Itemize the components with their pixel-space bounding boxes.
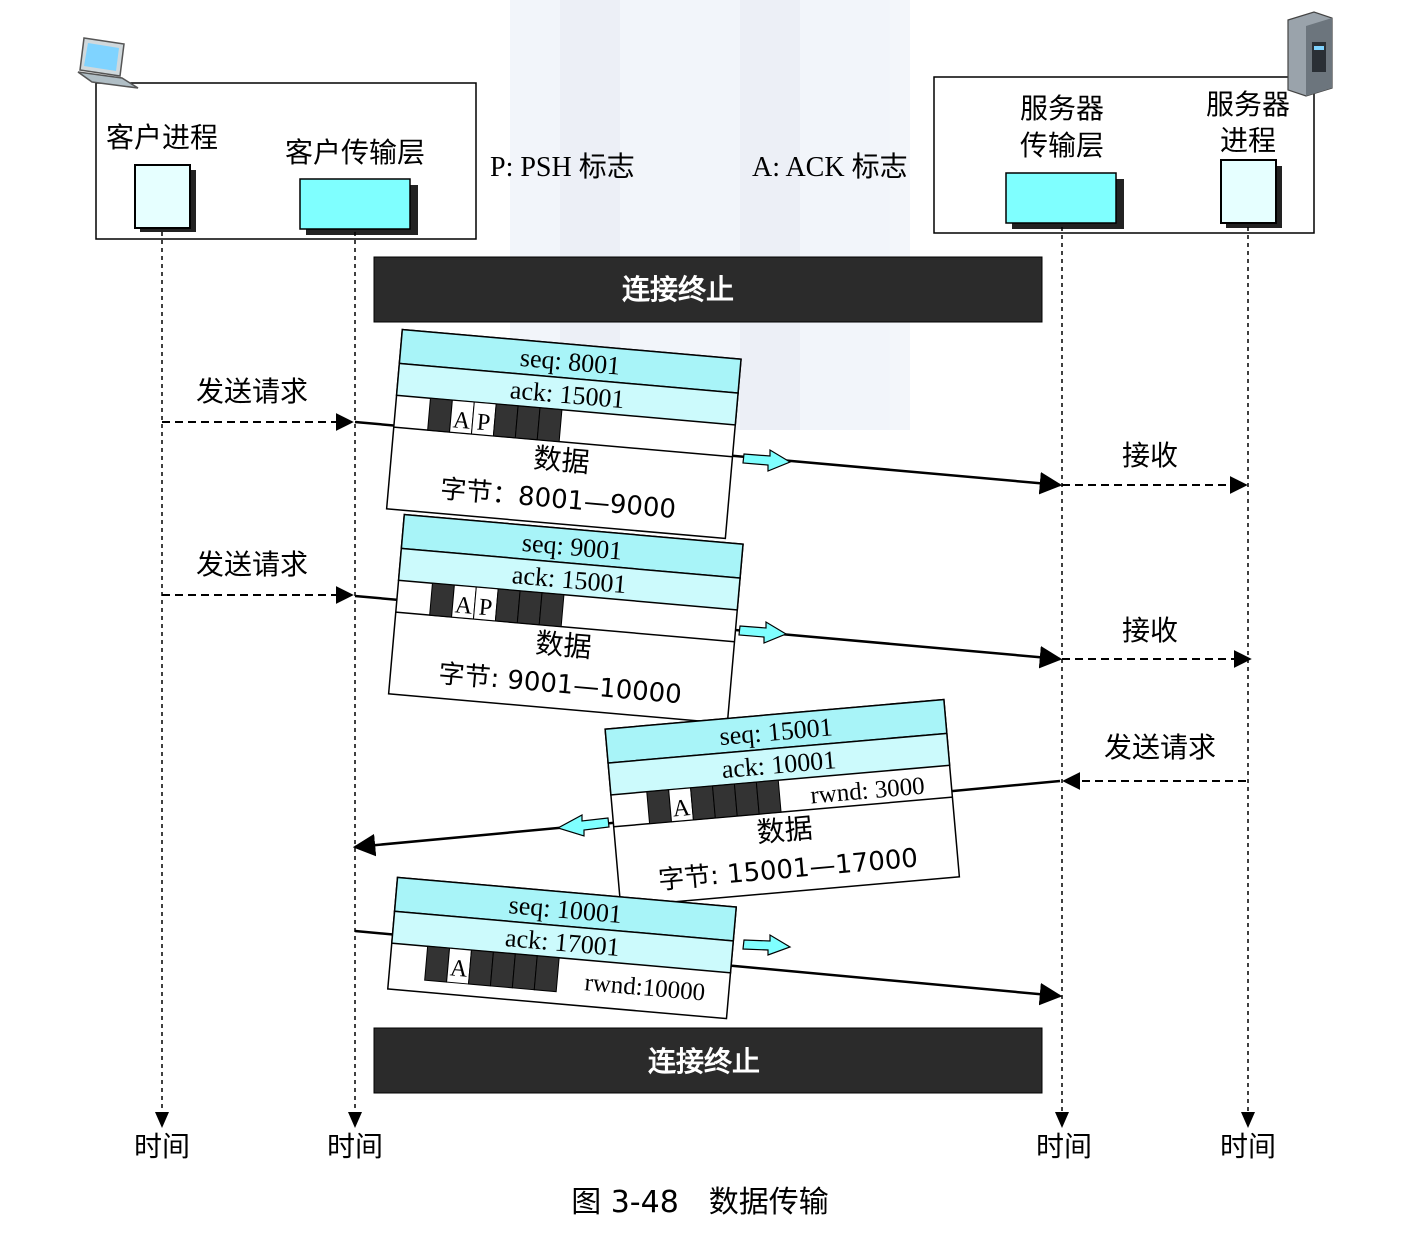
segment-4-direction-arrow (742, 933, 792, 956)
segment-4-flag-a: A (449, 955, 469, 982)
server-icon (1287, 11, 1333, 97)
server-process-label-2: 进程 (1220, 124, 1276, 157)
time-label: 时间 (1036, 1130, 1092, 1163)
receive-label-2: 接收 (1122, 614, 1178, 647)
time-label: 时间 (1220, 1130, 1276, 1163)
timeline-arrowhead (1055, 1112, 1069, 1128)
server-transport-block (1005, 172, 1117, 224)
legend-psh: P: PSH 标志 (490, 151, 635, 183)
segment-1-direction-arrow (742, 448, 792, 472)
segment-3-data: 数据 (755, 812, 814, 850)
timeline-arrowhead (155, 1112, 169, 1128)
figure-caption: 图 3-48 数据传输 (571, 1185, 829, 1220)
server-process-block (1220, 159, 1277, 224)
server-transport-label-1: 服务器 (1020, 92, 1104, 125)
timeline-arrowhead (1241, 1112, 1255, 1128)
laptop-icon (77, 37, 139, 89)
segment-2-flag-a: A (454, 592, 474, 619)
segment-1-data: 数据 (532, 442, 591, 480)
phase-bar-bottom-label: 连接终止 (648, 1045, 760, 1078)
segment-1-flag-p: P (476, 409, 492, 436)
send-request-label-2: 发送请求 (196, 548, 308, 581)
time-label: 时间 (134, 1130, 190, 1163)
legend-ack: A: ACK 标志 (752, 151, 908, 183)
send-request-label-3: 发送请求 (1104, 731, 1216, 764)
server-transport-label-2: 传输层 (1020, 129, 1104, 162)
client-transport-block (299, 178, 411, 230)
segment-1-flag-a: A (452, 407, 472, 434)
phase-bar-top-label: 连接终止 (622, 273, 734, 306)
segment-3-flag-a: A (672, 795, 692, 822)
time-label: 时间 (327, 1130, 383, 1163)
client-transport-label: 客户传输层 (285, 136, 425, 169)
segment-1: seq: 8001 ack: 15001 A P 数据 字节：8001—9000 (385, 328, 742, 540)
segment-2-data: 数据 (534, 627, 593, 665)
segment-2-flag-p: P (478, 594, 494, 621)
client-process-label: 客户进程 (106, 121, 218, 154)
send-request-label-1: 发送请求 (196, 375, 308, 408)
data-transfer-diagram: 客户进程 客户传输层 P: PSH 标志 A: ACK 标志 服务器 传输层 服… (77, 0, 1333, 1220)
receive-label-1: 接收 (1122, 439, 1178, 472)
server-process-label-1: 服务器 (1206, 88, 1290, 121)
segment-2-direction-arrow (738, 620, 788, 644)
segment-2: seq: 9001 ack: 15001 A P 数据 字节: 9001—100… (387, 513, 744, 725)
client-process-block (134, 164, 191, 229)
timeline-arrowhead (348, 1112, 362, 1128)
segment-3-direction-arrow (556, 813, 610, 837)
segment-3: seq: 15001 ack: 10001 A rwnd: 3000 数据 字节… (604, 698, 961, 908)
